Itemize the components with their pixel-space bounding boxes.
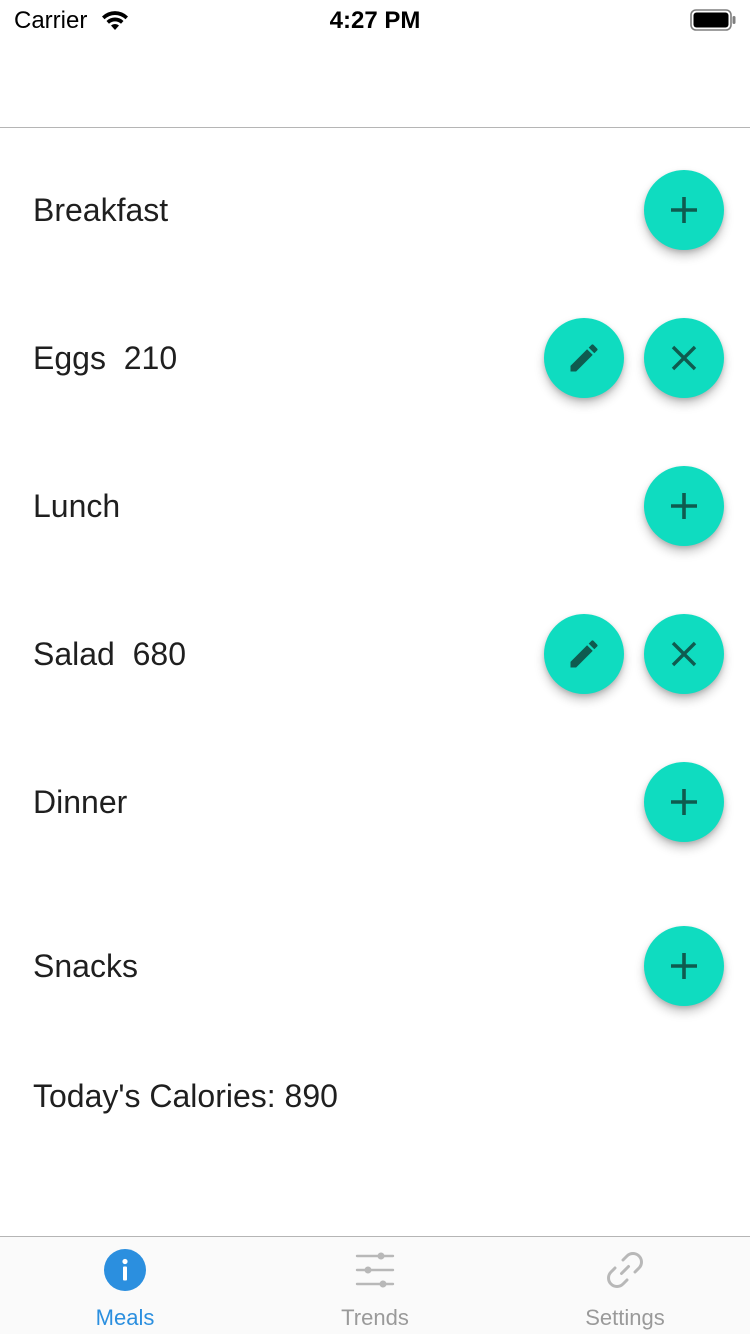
edit-eggs-button[interactable] xyxy=(544,318,624,398)
meal-label-breakfast: Breakfast xyxy=(33,192,169,228)
meal-label-dinner: Dinner xyxy=(33,784,128,820)
tab-label-settings: Settings xyxy=(585,1305,665,1330)
delete-salad-button[interactable] xyxy=(644,614,724,694)
clock-time: 4:27 PM xyxy=(329,7,421,34)
add-snacks-button[interactable] xyxy=(644,926,724,1006)
meal-label-snacks: Snacks xyxy=(33,948,138,984)
battery-icon xyxy=(690,9,736,31)
plus-icon xyxy=(671,493,697,519)
add-dinner-button[interactable] xyxy=(644,762,724,842)
delete-eggs-button[interactable] xyxy=(644,318,724,398)
tab-settings[interactable]: Settings xyxy=(500,1237,750,1334)
pencil-icon xyxy=(570,344,598,372)
daily-calories-total: Today's Calories: 890 xyxy=(33,1076,338,1116)
tab-meals[interactable]: Meals xyxy=(0,1237,250,1334)
tab-bar: Meals Trends Settings xyxy=(0,1236,750,1334)
sliders-icon xyxy=(355,1252,395,1288)
tab-label-trends: Trends xyxy=(341,1305,409,1330)
header-divider xyxy=(0,127,750,128)
tab-trends[interactable]: Trends xyxy=(250,1237,500,1334)
food-item-eggs: Eggs 210 xyxy=(33,340,178,376)
close-icon xyxy=(671,641,697,667)
tab-label-meals: Meals xyxy=(95,1305,155,1330)
pencil-icon xyxy=(570,640,598,668)
status-bar: Carrier 4:27 PM xyxy=(0,0,750,40)
plus-icon xyxy=(671,789,697,815)
link-icon xyxy=(607,1252,643,1288)
plus-icon xyxy=(671,197,697,223)
edit-salad-button[interactable] xyxy=(544,614,624,694)
add-breakfast-button[interactable] xyxy=(644,170,724,250)
calories-label: Today's Calories: xyxy=(33,1078,276,1114)
info-icon xyxy=(104,1249,146,1291)
plus-icon xyxy=(671,953,697,979)
food-item-salad: Salad 680 xyxy=(33,636,187,672)
add-lunch-button[interactable] xyxy=(644,466,724,546)
close-icon xyxy=(671,345,697,371)
calories-value: 890 xyxy=(284,1078,338,1114)
meal-label-lunch: Lunch xyxy=(33,488,121,524)
